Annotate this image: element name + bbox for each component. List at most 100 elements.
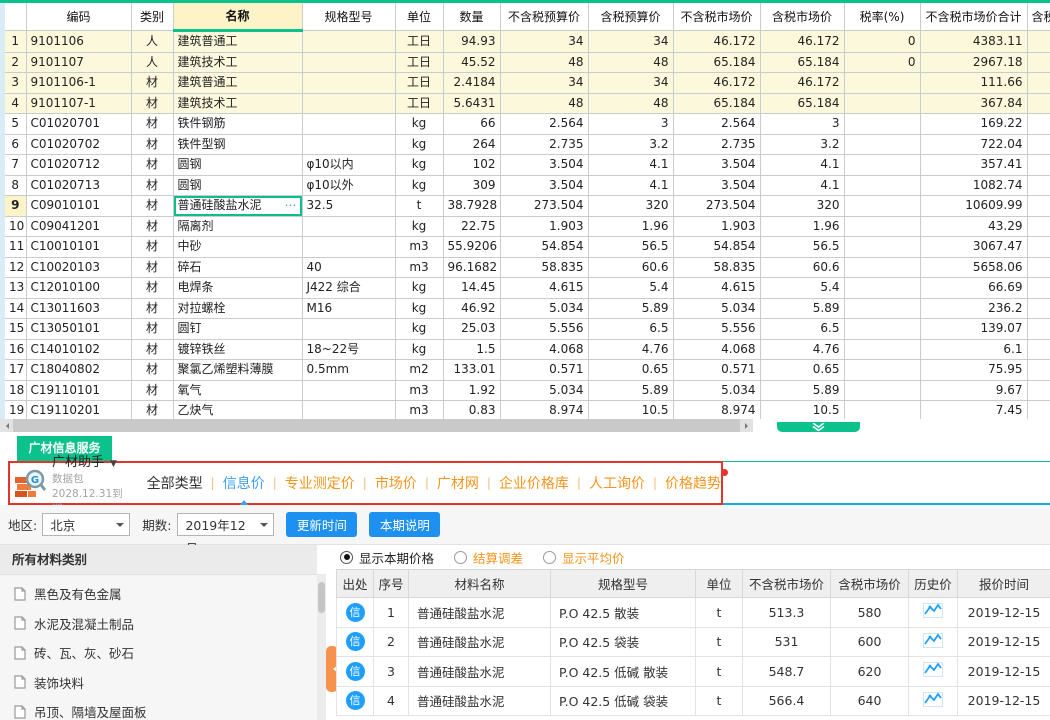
grid-cell[interactable] [302,401,395,420]
grid-cell[interactable]: 材 [131,114,173,135]
grid-cell[interactable]: 3.504 [500,155,588,176]
grid-cell[interactable]: 4.615 [500,278,588,299]
grid-cell[interactable]: C19110201 [26,401,131,420]
grid-cell[interactable]: 乙炔气 [173,401,302,420]
grid-cell[interactable]: 建筑技术工 [173,52,302,73]
grid-cell[interactable]: C13050101 [26,319,131,340]
top-col-header-7[interactable]: 不含税预算价 [500,3,588,31]
grid-cell[interactable]: m3 [395,380,443,401]
row-number-cell[interactable]: 10 [5,216,26,237]
top-col-header-2[interactable]: 类别 [131,3,173,31]
grid-cell[interactable] [844,257,920,278]
grid-cell[interactable]: 22.75 [443,216,500,237]
sidebar-item-category[interactable]: 装饰块料 [0,668,317,698]
grid-cell[interactable]: 1.92 [443,380,500,401]
grid-cell[interactable]: 5.034 [500,380,588,401]
grid-cell[interactable] [1027,257,1050,278]
grid-cell[interactable]: 隔离剂 [173,216,302,237]
scrollbar-thumb[interactable] [13,419,740,432]
grid-cell[interactable]: 圆钢 [173,175,302,196]
grid-cell[interactable]: 建筑技术工 [173,93,302,114]
grid-cell[interactable]: 铁件钢筋 [173,114,302,135]
grid-cell[interactable]: 材 [131,155,173,176]
row-number-cell[interactable]: 2 [5,52,26,73]
grid-cell[interactable]: 3 [588,114,673,135]
info-price-row[interactable]: 信2普通硅酸盐水泥P.O 42.5 袋装t5316002019-12-15 [337,627,1050,657]
grid-cell[interactable]: 1.96 [760,216,844,237]
grid-cell[interactable] [1027,31,1050,53]
grid-cell[interactable] [1027,155,1050,176]
grid-cell[interactable] [302,73,395,94]
history-price-chart-icon[interactable] [923,662,943,680]
grid-cell[interactable]: 65.184 [673,52,760,73]
top-col-header-10[interactable]: 含税市场价 [760,3,844,31]
grid-cell[interactable]: 4.068 [673,339,760,360]
grid-cell[interactable]: 4.1 [588,175,673,196]
grid-cell[interactable] [844,93,920,114]
grid-cell[interactable]: 5.034 [673,380,760,401]
grid-cell[interactable]: 8.974 [673,401,760,420]
grid-cell[interactable]: 2.735 [500,134,588,155]
grid-cell[interactable] [1027,93,1050,114]
grid-cell[interactable]: kg [395,339,443,360]
grid-cell[interactable]: 5658.06 [920,257,1027,278]
grid-cell[interactable]: 人 [131,52,173,73]
top-col-header-11[interactable]: 税率(%) [844,3,920,31]
grid-cell[interactable]: 66 [443,114,500,135]
grid-cell[interactable]: 139.07 [920,319,1027,340]
grid-cell[interactable]: 铁件型钢 [173,134,302,155]
history-price-chart-icon[interactable] [923,633,943,651]
grid-cell[interactable]: 357.41 [920,155,1027,176]
grid-cell[interactable]: 氧气 [173,380,302,401]
row-number-cell[interactable]: 12 [5,257,26,278]
grid-cell[interactable]: 0.5mm [302,360,395,381]
grid-cell[interactable]: 46.172 [760,73,844,94]
grid-cell[interactable]: 4.615 [673,278,760,299]
grid-cell[interactable]: 5.89 [588,380,673,401]
top-col-header-1[interactable]: 编码 [26,3,131,31]
row-number-cell[interactable]: 14 [5,298,26,319]
row-number-cell[interactable]: 18 [5,380,26,401]
grid-cell[interactable]: 圆钢 [173,155,302,176]
grid-cell[interactable]: 58.835 [500,257,588,278]
grid-cell[interactable]: 65.184 [673,93,760,114]
grid-cell[interactable] [844,360,920,381]
grid-cell[interactable]: C01020701 [26,114,131,135]
grid-cell[interactable]: J422 综合 [302,278,395,299]
display-option-显示本期价格[interactable]: 显示本期价格 [336,548,434,567]
grid-cell[interactable]: 4383.11 [920,31,1027,53]
grid-cell[interactable]: 320 [588,196,673,217]
grid-cell[interactable]: C14010102 [26,339,131,360]
grid-cell[interactable]: 66.69 [920,278,1027,299]
grid-cell[interactable]: 圆钉 [173,319,302,340]
grid-cell[interactable]: C09010101 [26,196,131,217]
grid-cell[interactable]: kg [395,319,443,340]
grid-cell[interactable]: 48 [588,93,673,114]
top-col-header-8[interactable]: 含税预算价 [588,3,673,31]
row-number-cell[interactable]: 5 [5,114,26,135]
grid-cell[interactable] [1027,339,1050,360]
grid-cell[interactable]: 5.4 [588,278,673,299]
grid-cell[interactable]: 3.2 [760,134,844,155]
grid-cell[interactable] [1027,360,1050,381]
grid-cell[interactable]: 1.5 [443,339,500,360]
grid-cell[interactable]: 镀锌铁丝 [173,339,302,360]
grid-cell[interactable]: 54.854 [673,237,760,258]
radio-icon[interactable] [543,551,556,564]
cell-more-button[interactable]: ⋯ [285,196,298,216]
grid-cell[interactable]: C19110101 [26,380,131,401]
tab-全部类型[interactable]: 全部类型 [147,473,203,493]
grid-cell[interactable]: kg [395,155,443,176]
info-price-row[interactable]: 信3普通硅酸盐水泥P.O 42.5 低碱 散装t548.76202019-12-… [337,657,1050,687]
grid-cell[interactable]: 9101107 [26,52,131,73]
grid-cell[interactable]: 48 [500,52,588,73]
grid-cell[interactable]: 材 [131,196,173,217]
grid-cell[interactable]: 43.29 [920,216,1027,237]
grid-cell[interactable]: 5.556 [673,319,760,340]
tab-广材网[interactable]: 广材网 [437,473,479,493]
sidebar-item-category[interactable]: 黑色及有色金属 [0,579,317,609]
grid-cell[interactable]: C01020712 [26,155,131,176]
grid-cell[interactable]: 材 [131,401,173,420]
grid-cell[interactable]: 7.45 [920,401,1027,420]
grid-cell[interactable] [1027,196,1050,217]
